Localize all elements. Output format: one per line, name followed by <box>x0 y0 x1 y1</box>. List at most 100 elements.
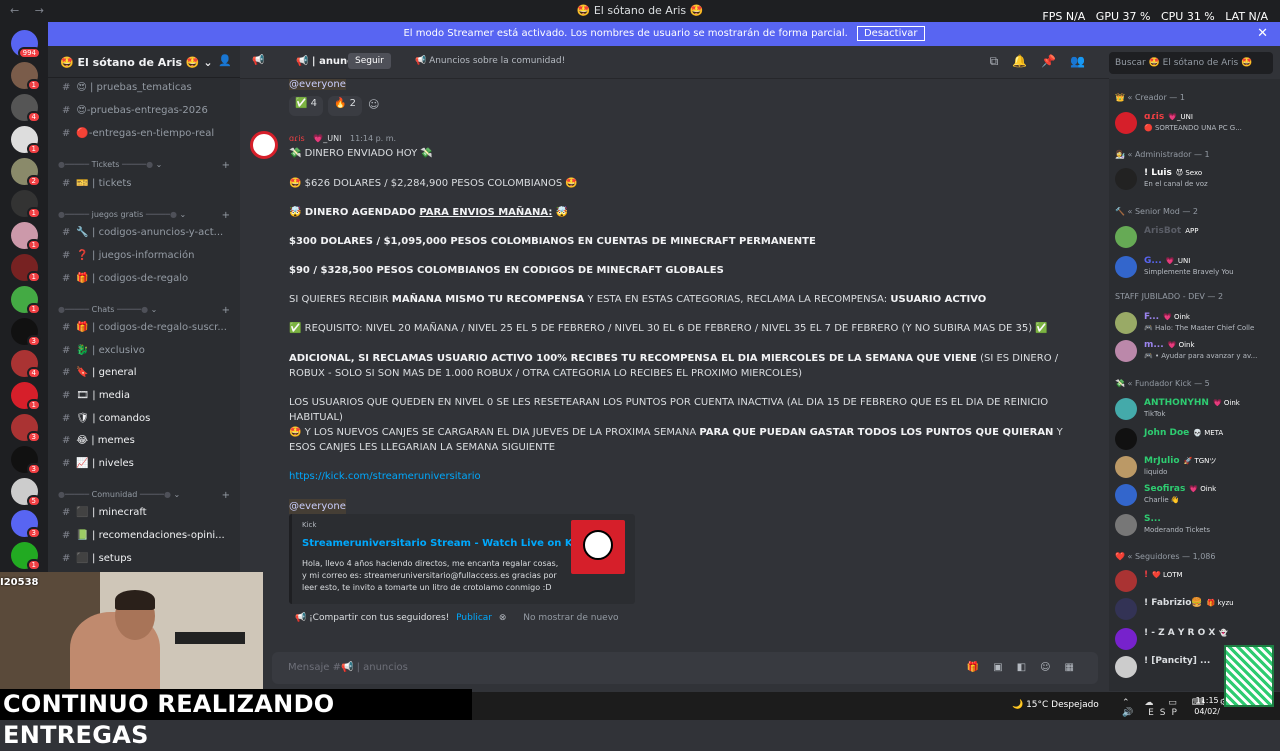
server-icon[interactable]: 2 <box>11 158 41 187</box>
member-status: TikTok <box>1144 410 1166 418</box>
server-icon[interactable]: 1 <box>11 254 41 283</box>
server-icon[interactable]: 1 <box>11 286 41 315</box>
server-icon[interactable]: 3 <box>11 318 41 347</box>
server-icon[interactable]: 3 <box>11 510 41 539</box>
bell-icon[interactable]: 🔔 <box>1012 54 1041 68</box>
publish-link[interactable]: Publicar <box>456 613 492 623</box>
member-name: ANTHONYHN 💗 Oink <box>1144 398 1240 408</box>
mention-badge: 1 <box>26 399 41 411</box>
channel-topic: 📢 Anuncios sobre la comunidad! <box>415 56 566 66</box>
banner-text: El modo Streamer está activado. Los nomb… <box>403 28 848 39</box>
server-icon[interactable]: 3 <box>11 446 41 475</box>
member-item[interactable]: ArisBot APP <box>1115 223 1277 251</box>
add-channel-icon[interactable]: + <box>222 490 230 501</box>
reaction-fire[interactable]: 🔥 2 <box>328 96 362 116</box>
member-item[interactable]: Seofiras 💗 Oink Charlie 👋 <box>1115 481 1277 509</box>
server-icon[interactable]: 1 <box>11 382 41 411</box>
member-item[interactable]: ! ❤️ LOTM <box>1115 567 1277 595</box>
member-item[interactable]: MrJulio 🚀 TGNツ liquido <box>1115 453 1277 481</box>
channel-item[interactable]: # 🔖 | general <box>56 363 232 383</box>
server-icon[interactable]: 1 <box>11 542 41 571</box>
invite-icon[interactable]: 👤 <box>218 54 232 67</box>
channel-item[interactable]: # 😂 | memes <box>56 431 232 451</box>
server-icon[interactable]: 1 <box>11 222 41 251</box>
channel-item[interactable]: # 📗 | recomendaciones-opini... <box>56 526 232 546</box>
threads-icon[interactable]: ⧉ <box>990 54 1013 68</box>
mention-badge: 994 <box>17 47 41 59</box>
channel-item[interactable]: # ⬛ | setups <box>56 549 232 569</box>
category-header[interactable]: ●━━━━━ juegos gratis ━━━━━● ⌄ + <box>58 210 230 221</box>
add-channel-icon[interactable]: + <box>222 305 230 316</box>
dont-show-again[interactable]: No mostrar de nuevo <box>523 613 618 623</box>
kick-link[interactable]: https://kick.com/streameruniversitario <box>289 469 1069 484</box>
add-channel-icon[interactable]: + <box>222 210 230 221</box>
channel-item[interactable]: # 😍 | pruebas_tematicas <box>56 78 232 98</box>
everyone-mention-2[interactable]: @everyone <box>289 499 346 514</box>
members-icon[interactable]: 👥 <box>1070 54 1099 68</box>
close-icon[interactable]: ✕ <box>1257 22 1268 46</box>
pin-icon[interactable]: 📌 <box>1041 54 1070 68</box>
member-item[interactable]: m... 💗 Oink 🎮 • Ayudar para avanzar y av..… <box>1115 337 1277 365</box>
channel-item[interactable]: # 🔧 | codigos-anuncios-y-act... <box>56 223 232 243</box>
channel-item[interactable]: # 🎁 | codigos-de-regalo <box>56 269 232 289</box>
embed-thumbnail[interactable] <box>571 520 625 574</box>
channel-item[interactable]: # 🔴-entregas-en-tiempo-real <box>56 124 232 144</box>
clock[interactable]: 11:15 04/02/ <box>1194 695 1220 717</box>
dismiss-icon[interactable]: ⊗ <box>499 613 507 623</box>
category-header[interactable]: ●━━━━━ Comunidad ━━━━━● ⌄ + <box>58 490 230 501</box>
server-icon[interactable]: 994 <box>11 30 41 59</box>
server-icon[interactable]: 1 <box>11 190 41 219</box>
channel-item[interactable]: # 🛡 | comandos <box>56 409 232 429</box>
category-header[interactable]: ●━━━━━ Tickets ━━━━━● ⌄ + <box>58 160 230 171</box>
member-item[interactable]: ! Luis 😈 Sexo En el canal de voz <box>1115 165 1277 193</box>
server-icon[interactable]: 1 <box>11 62 41 91</box>
avatar[interactable] <box>250 131 278 159</box>
member-item[interactable]: S... Moderando Tickets <box>1115 511 1277 539</box>
hash-icon: # <box>62 458 71 469</box>
search-input[interactable]: Buscar 🤩 El sótano de Aris 🤩 <box>1109 52 1273 74</box>
message-composer[interactable]: Mensaje #📢 | anuncios 🎁▣◧☺▦ <box>272 652 1098 684</box>
member-item[interactable]: John Doe 💀 META <box>1115 425 1277 453</box>
disable-streamer-mode-button[interactable]: Desactivar <box>856 26 925 41</box>
composer-icons[interactable]: 🎁▣◧☺▦ <box>967 652 1088 684</box>
member-item[interactable]: ! Fabrizio🍔 🎁 kyzu <box>1115 595 1277 623</box>
follow-button[interactable]: Seguir <box>348 53 391 69</box>
member-item[interactable]: ANTHONYHN 💗 Oink TikTok <box>1115 395 1277 423</box>
toolbar-icons[interactable]: ⧉🔔📌👥 <box>990 54 1099 69</box>
member-item[interactable]: F... 💗 Oink 🎮 Halo: The Master Chief Colle <box>1115 309 1277 337</box>
server-icon[interactable]: 4 <box>11 94 41 123</box>
guild-name: 🤩 El sótano de Aris 🤩 <box>60 56 200 69</box>
channel-item[interactable]: # ❓ | juegos-información <box>56 246 232 266</box>
member-tag: 💗_UNI <box>1165 257 1191 265</box>
server-icon[interactable]: 4 <box>11 350 41 379</box>
channel-item[interactable]: # 📈 | niveles <box>56 454 232 474</box>
channel-item[interactable]: # 🎫 | tickets <box>56 174 232 194</box>
add-reaction-icon[interactable]: ☺ <box>368 98 379 111</box>
channel-item[interactable]: # ⬛ | minecraft <box>56 503 232 523</box>
add-channel-icon[interactable]: + <box>222 160 230 171</box>
member-item[interactable]: G... 💗_UNI Simplemente Bravely You <box>1115 253 1277 281</box>
channel-label: 😍-pruebas-entregas-2026 <box>76 105 208 116</box>
server-icon[interactable]: 3 <box>11 414 41 443</box>
channel-item[interactable]: # 🎞 | media <box>56 386 232 406</box>
server-icon[interactable]: 5 <box>11 478 41 507</box>
server-icon[interactable]: 1 <box>11 126 41 155</box>
reaction-check[interactable]: ✅ 4 <box>289 96 323 116</box>
avatar <box>1115 398 1137 420</box>
channel-item[interactable]: # 😍-pruebas-entregas-2026 <box>56 101 232 121</box>
everyone-mention[interactable]: @everyone <box>289 79 346 90</box>
member-name: ! ❤️ LOTM <box>1144 570 1183 580</box>
guild-header[interactable]: 🤩 El sótano de Aris 🤩 ⌄ 👤 <box>48 46 240 78</box>
weather-widget[interactable]: 🌙 15°C Despejado <box>1012 700 1099 710</box>
channel-item[interactable]: # 🎁 | codigos-de-regalo-suscr... <box>56 318 232 338</box>
channel-item[interactable]: # 🐉 | exclusivo <box>56 341 232 361</box>
embed-provider[interactable]: Kick <box>302 521 316 529</box>
mention-badge: 5 <box>26 495 41 507</box>
member-tag: 💗 Oink <box>1212 399 1240 407</box>
channel-sidebar: 🤩 El sótano de Aris 🤩 ⌄ 👤 # 😍 | pruebas_t… <box>48 46 240 626</box>
author-name[interactable]: ɑɾis <box>289 134 305 143</box>
category-header[interactable]: ●━━━━━ Chats ━━━━━● ⌄ + <box>58 305 230 316</box>
embed-title[interactable]: Streameruniversitario Stream - Watch Liv… <box>302 538 589 549</box>
member-tag: 💗 Oink <box>1163 313 1190 321</box>
member-item[interactable]: ɑɾis 💗_UNI 🔴 SORTEANDO UNA PC G... <box>1115 109 1277 137</box>
